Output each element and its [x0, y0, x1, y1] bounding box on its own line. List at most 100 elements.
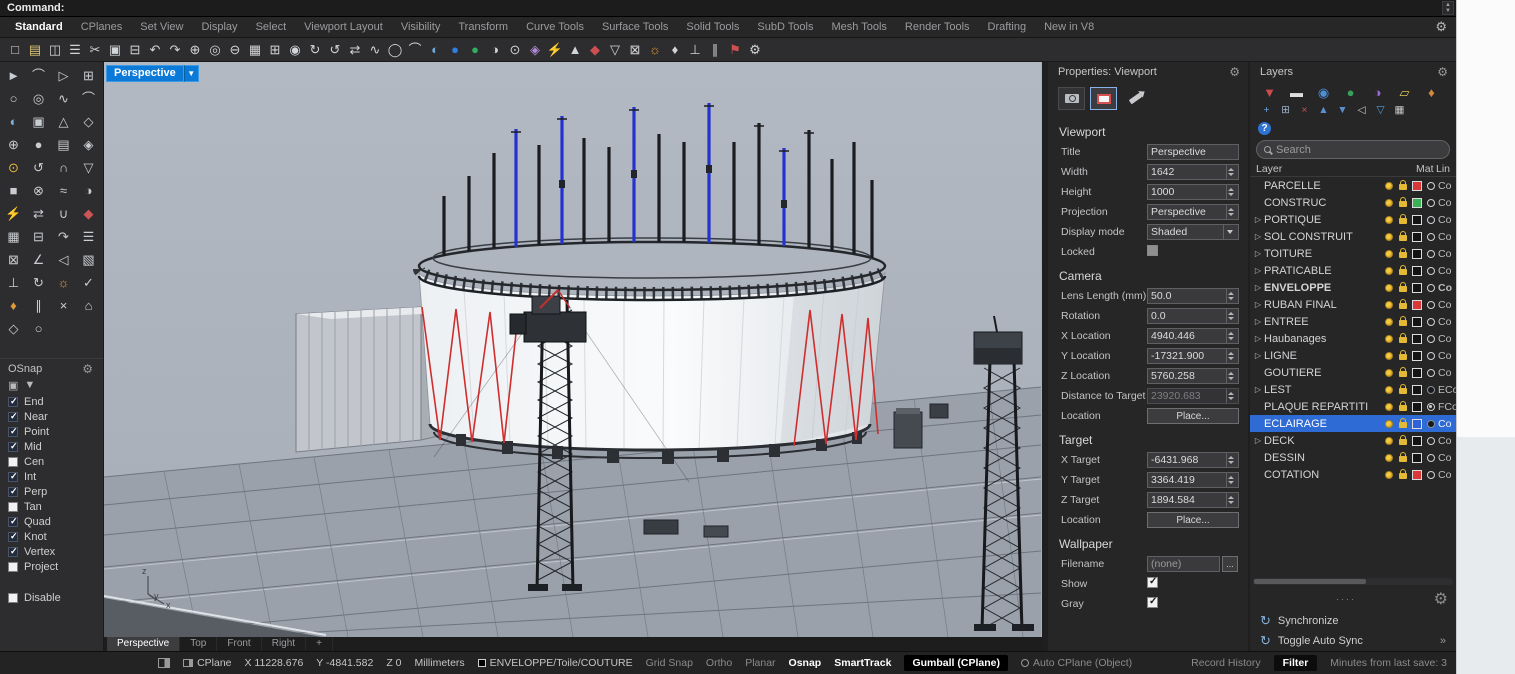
lock-icon[interactable] — [1399, 388, 1407, 394]
layer-row[interactable]: ▷ PLAQUE REPARTITI FCo — [1250, 398, 1456, 415]
palette-tool-icon[interactable]: ♦ — [1, 295, 26, 318]
viewport-tab[interactable]: + — [306, 637, 333, 651]
palette-tool-icon[interactable]: ☼ — [51, 272, 76, 295]
palette-tool-icon[interactable]: ⌒ — [26, 65, 51, 88]
gem-icon[interactable]: ◈ — [525, 38, 545, 61]
place-button[interactable]: Place... — [1147, 512, 1239, 528]
palette-tool-icon[interactable]: ◁ — [51, 249, 76, 272]
osnap-option[interactable]: Project — [0, 559, 103, 574]
palette-tool-icon[interactable]: ⊠ — [1, 249, 26, 272]
osnap-option[interactable]: Tan — [0, 499, 103, 514]
menu-tab[interactable]: Surface Tools — [593, 17, 677, 37]
lock-icon[interactable] — [1399, 371, 1407, 377]
status-item[interactable]: ENVELOPPE/Toile/COUTURE — [478, 657, 633, 669]
material-icon[interactable] — [1427, 437, 1435, 445]
browse-button[interactable]: ... — [1222, 556, 1238, 572]
target-icon[interactable]: ◉ — [285, 38, 305, 61]
menu-tab[interactable]: Viewport Layout — [295, 17, 392, 37]
viewport-tab[interactable]: Perspective — [107, 637, 180, 651]
gem2-icon[interactable]: ♦ — [665, 38, 685, 61]
visibility-bulb-icon[interactable] — [1385, 335, 1393, 343]
layer-linetype[interactable]: Co — [1438, 231, 1456, 243]
lock-icon[interactable] — [1399, 286, 1407, 292]
copy-icon[interactable]: ▣ — [105, 38, 125, 61]
gear-icon[interactable]: ⚙ — [1434, 589, 1448, 609]
visibility-bulb-icon[interactable] — [1385, 199, 1393, 207]
layer-color-swatch[interactable] — [1412, 419, 1422, 429]
close-box-icon[interactable]: ⊠ — [625, 38, 645, 61]
funnel-icon[interactable]: ▽ — [605, 38, 625, 61]
search-input[interactable] — [1276, 144, 1442, 156]
spinner-input[interactable]: 5760.258 — [1147, 368, 1239, 384]
checkbox-icon[interactable] — [8, 442, 18, 452]
spinner-input[interactable]: -6431.968 — [1147, 452, 1239, 468]
checkbox-icon[interactable] — [8, 397, 18, 407]
palette-tool-icon[interactable]: △ — [51, 111, 76, 134]
open-file-icon[interactable]: ▤ — [25, 38, 45, 61]
expand-arrow-icon[interactable]: ▷ — [1255, 385, 1261, 394]
move-down-icon[interactable]: ▼ — [1334, 104, 1351, 116]
checkbox-icon[interactable] — [8, 472, 18, 482]
menu-tab[interactable]: Transform — [449, 17, 517, 37]
lock-icon[interactable] — [1399, 422, 1407, 428]
dropdown[interactable]: Shaded — [1147, 224, 1239, 240]
material-sphere-icon[interactable]: ● — [1339, 85, 1362, 101]
help-icon[interactable]: ? — [1258, 122, 1271, 135]
layer-row[interactable]: ▷ CONSTRUC Co — [1250, 194, 1456, 211]
menu-tab[interactable]: SubD Tools — [748, 17, 822, 37]
visibility-bulb-icon[interactable] — [1385, 216, 1393, 224]
layer-row[interactable]: ▷ COTATION Co — [1250, 466, 1456, 483]
palette-tool-icon[interactable]: ▧ — [76, 249, 101, 272]
lock-icon[interactable] — [1399, 201, 1407, 207]
layer-row[interactable]: ▷ ECLAIRAGE Co — [1250, 415, 1456, 432]
rotate-right-icon[interactable]: ↻ — [305, 38, 325, 61]
visibility-bulb-icon[interactable] — [1385, 284, 1393, 292]
layer-color-swatch[interactable] — [1412, 232, 1422, 242]
layer-color-swatch[interactable] — [1412, 436, 1422, 446]
palette-tool-icon[interactable]: ○ — [26, 318, 51, 341]
material-icon[interactable] — [1427, 318, 1435, 326]
columns-icon[interactable]: ▦ — [1391, 104, 1408, 116]
layer-gem-icon[interactable]: ♦ — [1420, 85, 1443, 101]
visibility-bulb-icon[interactable] — [1385, 352, 1393, 360]
status-item[interactable]: Record History — [1191, 657, 1260, 669]
spinner-input[interactable]: 4940.446 — [1147, 328, 1239, 344]
material-icon[interactable] — [1427, 216, 1435, 224]
layer-row[interactable]: ▷ DECK Co — [1250, 432, 1456, 449]
palette-tool-icon[interactable]: ∩ — [51, 157, 76, 180]
palette-tool-icon[interactable]: ▽ — [76, 157, 101, 180]
palette-tool-icon[interactable]: ◈ — [76, 134, 101, 157]
layer-row[interactable]: ▷ SOL CONSTRUIT Co — [1250, 228, 1456, 245]
panel-toggle-icon[interactable] — [158, 658, 170, 668]
render-icon[interactable]: ● — [445, 38, 465, 61]
object-properties-button[interactable] — [1058, 87, 1085, 110]
print-icon[interactable]: ☰ — [65, 38, 85, 61]
palette-tool-icon[interactable]: ⌒ — [76, 88, 101, 111]
palette-tool-icon[interactable]: ● — [26, 134, 51, 157]
gear-icon[interactable]: ⚙ — [1435, 19, 1447, 35]
spinner-input[interactable]: 1642 — [1147, 164, 1239, 180]
lock-icon[interactable] — [1399, 439, 1407, 445]
palette-tool-icon[interactable]: ⊞ — [76, 65, 101, 88]
osnap-option[interactable]: Vertex — [0, 544, 103, 559]
circle-icon[interactable]: ◯ — [385, 38, 405, 61]
material-icon[interactable] — [1427, 352, 1435, 360]
layer-row[interactable]: ▷ LEST ECo — [1250, 381, 1456, 398]
palette-tool-icon[interactable]: ↺ — [26, 157, 51, 180]
palette-tool-icon[interactable]: ⊗ — [26, 180, 51, 203]
viewport-properties-button[interactable] — [1090, 87, 1117, 110]
osnap-option[interactable]: End — [0, 394, 103, 409]
status-item[interactable]: X 11228.676 — [245, 657, 304, 669]
status-item[interactable]: SmartTrack — [834, 657, 891, 669]
material-icon[interactable] — [1427, 386, 1435, 394]
visibility-bulb-icon[interactable] — [1385, 471, 1393, 479]
new-sublayer-icon[interactable]: ⊞ — [1277, 104, 1294, 116]
layer-linetype[interactable]: Co — [1438, 214, 1456, 226]
palette-tool-icon[interactable]: ∿ — [51, 88, 76, 111]
triangle-icon[interactable]: ▲ — [565, 38, 585, 61]
layers-column-headers[interactable]: Layer Mat Lin — [1250, 162, 1456, 177]
layer-row[interactable]: ▷ LIGNE Co — [1250, 347, 1456, 364]
command-history-scrollbar[interactable]: ▲ ▼ — [1442, 1, 1454, 15]
lock-icon[interactable] — [1399, 184, 1407, 190]
menu-tab[interactable]: CPlanes — [72, 17, 132, 37]
